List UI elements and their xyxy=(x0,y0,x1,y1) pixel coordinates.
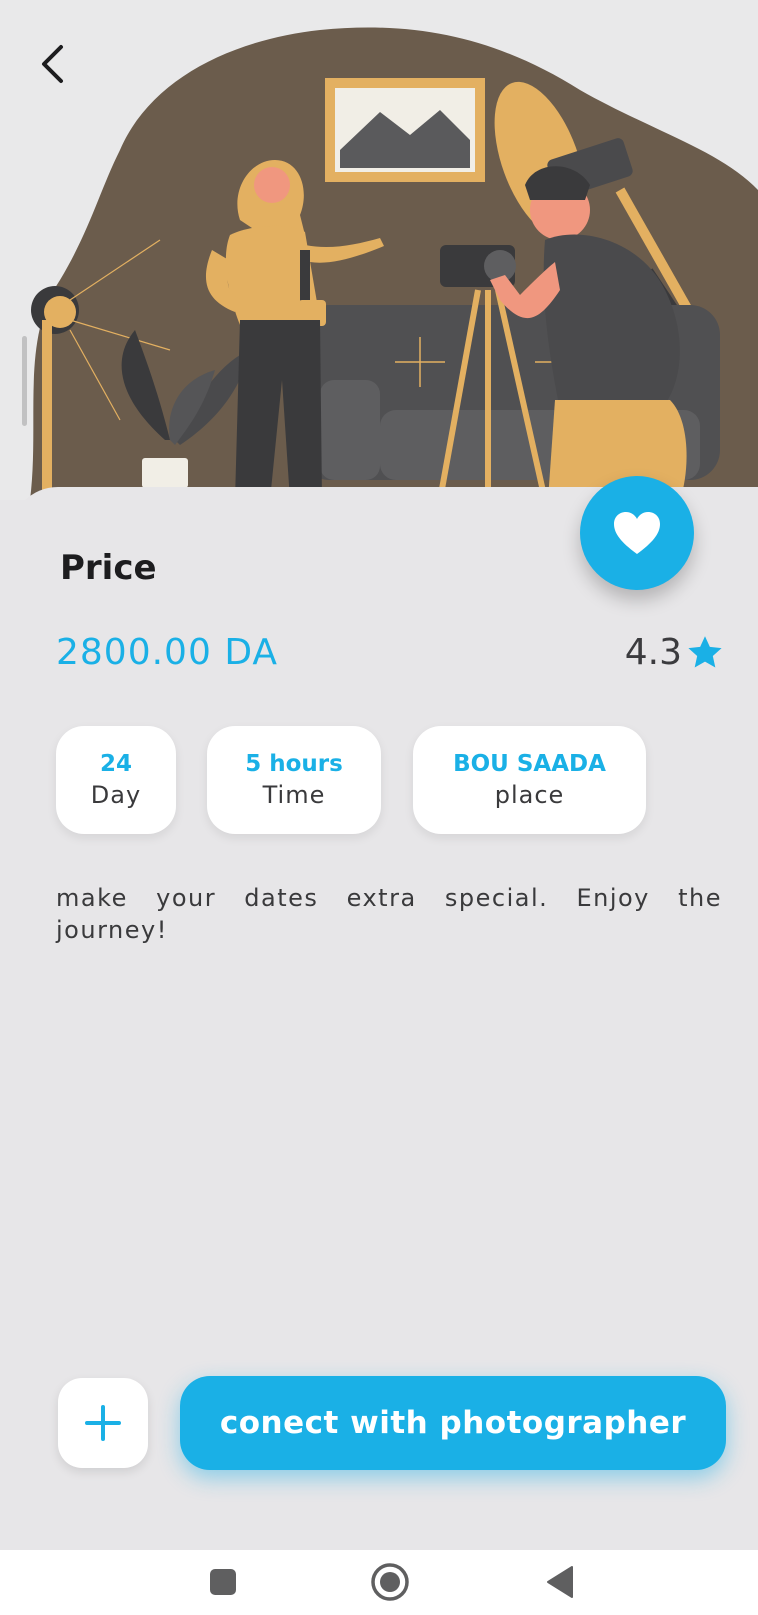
connect-with-photographer-button[interactable]: conect with photographer xyxy=(180,1376,726,1470)
chip-day-label: Day xyxy=(90,781,142,809)
heart-icon xyxy=(614,512,660,554)
recents-square-icon xyxy=(210,1569,236,1595)
hero-illustration xyxy=(0,0,758,500)
chip-place: BOU SAADA place xyxy=(413,726,646,834)
chip-day-value: 24 xyxy=(99,751,132,777)
back-button[interactable] xyxy=(30,38,74,90)
favorite-button[interactable] xyxy=(580,476,694,590)
description: make your dates extra special. Enjoy the… xyxy=(56,884,722,944)
chip-time-label: Time xyxy=(262,781,326,809)
scroll-indicator xyxy=(22,336,27,426)
screen: Price 2800.00 DA 4.3 24 Day 5 hours Time… xyxy=(0,0,758,1550)
price-label: Price xyxy=(60,548,157,588)
photographer-illustration xyxy=(30,27,758,500)
chip-place-label: place xyxy=(494,781,565,809)
chip-day: 24 Day xyxy=(56,726,176,834)
price-value: 2800.00 DA xyxy=(56,632,279,673)
rating-value: 4.3 xyxy=(624,632,682,673)
chevron-left-icon xyxy=(42,45,63,83)
recents-button[interactable] xyxy=(203,1562,243,1602)
add-button[interactable] xyxy=(58,1378,148,1468)
plus-icon xyxy=(85,1405,121,1441)
chip-place-value: BOU SAADA xyxy=(453,751,606,777)
system-back-button[interactable] xyxy=(540,1562,580,1602)
chip-time-value: 5 hours xyxy=(245,751,343,777)
chip-time: 5 hours Time xyxy=(207,726,381,834)
back-triangle-icon xyxy=(547,1566,573,1598)
rating: 4.3 xyxy=(625,632,724,673)
star-icon xyxy=(688,635,722,668)
home-button[interactable] xyxy=(370,1562,410,1602)
system-navigation-bar xyxy=(0,1550,758,1615)
home-circle-icon xyxy=(371,1563,409,1601)
